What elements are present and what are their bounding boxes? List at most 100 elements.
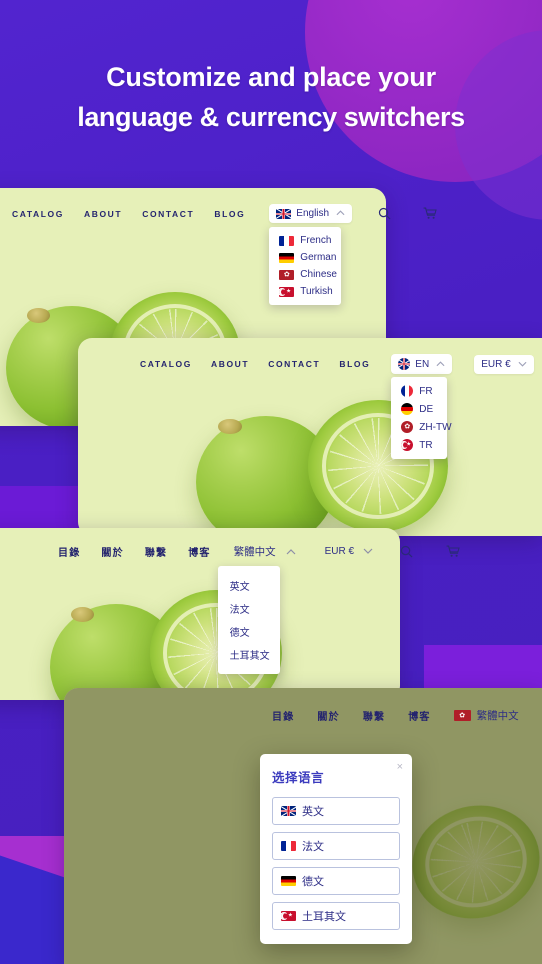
language-dropdown-2[interactable]: FR DE ZH-TW TR bbox=[391, 377, 452, 459]
lime-stem bbox=[27, 308, 50, 324]
currency-selector-label: EUR € bbox=[481, 358, 511, 370]
nav-link-about[interactable]: ABOUT bbox=[84, 209, 122, 219]
close-icon[interactable]: × bbox=[397, 762, 403, 773]
gb-flag-icon bbox=[276, 208, 292, 219]
navbar-2: CATALOG ABOUT CONTACT BLOG EN FR DE ZH-T… bbox=[140, 354, 540, 459]
language-selector-label: English bbox=[296, 208, 330, 219]
gb-flag-icon bbox=[398, 358, 411, 370]
nav-link-blog[interactable]: 博客 bbox=[408, 708, 430, 723]
navbar-1: CATALOG ABOUT CONTACT BLOG English Frenc… bbox=[12, 204, 437, 305]
navbar-4: 目錄 關於 聯繫 博客 繁體中文 bbox=[272, 708, 538, 723]
tr-flag-icon bbox=[281, 911, 296, 921]
chevron-down-icon bbox=[363, 546, 373, 557]
lime-stem bbox=[218, 418, 243, 435]
dropdown-item-label: German bbox=[300, 252, 337, 263]
nav-link-blog[interactable]: 博客 bbox=[188, 544, 210, 559]
nav-link-contact[interactable]: CONTACT bbox=[268, 359, 320, 369]
dropdown-item-label: 德文 bbox=[229, 628, 250, 639]
search-icon[interactable] bbox=[400, 545, 413, 558]
nav-link-contact[interactable]: CONTACT bbox=[142, 209, 194, 219]
dropdown-item-german[interactable]: German bbox=[269, 249, 341, 266]
de-flag-icon bbox=[281, 876, 296, 886]
tr-flag-icon bbox=[401, 439, 414, 451]
nav-link-about[interactable]: 關於 bbox=[101, 544, 123, 559]
nav-link-about[interactable]: 關於 bbox=[317, 708, 339, 723]
tr-flag-icon bbox=[279, 286, 295, 297]
language-selector-4[interactable]: 繁體中文 bbox=[453, 708, 519, 723]
modal-option-french[interactable]: 法文 bbox=[272, 832, 400, 860]
de-flag-icon bbox=[279, 252, 295, 263]
de-flag-icon bbox=[401, 403, 414, 415]
decorative-block-right bbox=[424, 645, 542, 691]
dropdown-item-chinese[interactable]: Chinese bbox=[269, 266, 341, 283]
modal-option-label: 法文 bbox=[302, 841, 324, 853]
cn-flag-icon bbox=[279, 269, 295, 280]
currency-selector-3[interactable]: EUR € bbox=[325, 546, 373, 557]
modal-option-label: 土耳其文 bbox=[302, 911, 346, 923]
modal-option-turkish[interactable]: 土耳其文 bbox=[272, 902, 400, 930]
nav-link-contact[interactable]: 聯繫 bbox=[363, 708, 385, 723]
fr-flag-icon bbox=[279, 235, 295, 246]
dropdown-item-label: 英文 bbox=[229, 582, 250, 593]
modal-option-english[interactable]: 英文 bbox=[272, 797, 400, 825]
dropdown-item-french[interactable]: French bbox=[269, 232, 341, 249]
modal-option-german[interactable]: 德文 bbox=[272, 867, 400, 895]
cn-flag-icon bbox=[401, 421, 414, 433]
dropdown-item-label: DE bbox=[419, 403, 434, 415]
nav-link-about[interactable]: ABOUT bbox=[211, 359, 249, 369]
decorative-block-left bbox=[0, 486, 80, 531]
nav-link-catalog[interactable]: 目錄 bbox=[272, 708, 294, 723]
nav-link-catalog[interactable]: 目錄 bbox=[58, 544, 80, 559]
nav-link-catalog[interactable]: CATALOG bbox=[140, 359, 192, 369]
nav-link-blog[interactable]: BLOG bbox=[214, 209, 245, 219]
fr-flag-icon bbox=[281, 841, 296, 851]
currency-selector-2[interactable]: EUR € bbox=[474, 354, 534, 374]
search-icon[interactable] bbox=[378, 207, 391, 220]
dropdown-item-english[interactable]: 英文 bbox=[218, 574, 280, 597]
page-title: Customize and place your language & curr… bbox=[0, 58, 542, 138]
dropdown-item-label: FR bbox=[419, 385, 433, 397]
language-selector-1[interactable]: English French German Chinese Turkish bbox=[269, 204, 353, 305]
cn-flag-icon bbox=[453, 710, 471, 721]
language-selector-2[interactable]: EN FR DE ZH-TW TR bbox=[391, 354, 453, 459]
dropdown-item-label: Chinese bbox=[300, 269, 337, 280]
dropdown-item-fr[interactable]: FR bbox=[391, 382, 447, 400]
headline-line-1: Customize and place your bbox=[106, 62, 436, 92]
dropdown-item-french[interactable]: 法文 bbox=[218, 597, 280, 620]
dropdown-item-label: 法文 bbox=[229, 605, 250, 616]
dropdown-item-tr[interactable]: TR bbox=[391, 436, 447, 454]
dropdown-item-zh-tw[interactable]: ZH-TW bbox=[391, 418, 452, 436]
chevron-up-icon bbox=[336, 208, 345, 219]
modal-title: 选择语言 bbox=[272, 771, 325, 785]
language-dropdown-3[interactable]: 英文 法文 德文 土耳其文 bbox=[217, 566, 280, 674]
nav-link-contact[interactable]: 聯繫 bbox=[145, 544, 167, 559]
cart-icon[interactable] bbox=[446, 545, 460, 558]
chevron-up-icon bbox=[436, 359, 445, 370]
language-selector-3[interactable]: 繁體中文 英文 法文 德文 土耳其文 bbox=[217, 544, 296, 674]
language-dropdown-1[interactable]: French German Chinese Turkish bbox=[269, 227, 342, 305]
dropdown-item-label: 土耳其文 bbox=[229, 651, 270, 662]
language-modal: 选择语言 × 英文 法文 德文 土耳其文 bbox=[260, 754, 412, 944]
chevron-down-icon bbox=[518, 359, 527, 370]
nav-link-catalog[interactable]: CATALOG bbox=[12, 209, 64, 219]
dropdown-item-label: Turkish bbox=[300, 286, 333, 297]
language-selector-label: 繁體中文 bbox=[233, 546, 276, 558]
modal-option-label: 德文 bbox=[302, 876, 324, 888]
gb-flag-icon bbox=[281, 806, 296, 816]
navbar-3: 目錄 關於 聯繫 博客 繁體中文 英文 法文 德文 土耳其文 EUR € bbox=[58, 544, 460, 674]
nav-link-blog[interactable]: BLOG bbox=[339, 359, 370, 369]
cart-icon[interactable] bbox=[423, 207, 437, 220]
currency-selector-label: EUR € bbox=[324, 546, 355, 557]
dropdown-item-turkish[interactable]: 土耳其文 bbox=[218, 643, 280, 666]
dropdown-item-german[interactable]: 德文 bbox=[218, 620, 280, 643]
dropdown-item-label: TR bbox=[419, 439, 433, 451]
lime-stem bbox=[71, 606, 94, 622]
modal-option-label: 英文 bbox=[302, 806, 324, 818]
fr-flag-icon bbox=[401, 385, 414, 397]
chevron-up-icon bbox=[286, 546, 296, 558]
dropdown-item-de[interactable]: DE bbox=[391, 400, 447, 418]
dropdown-item-label: French bbox=[300, 235, 332, 246]
dropdown-item-turkish[interactable]: Turkish bbox=[269, 283, 341, 300]
headline-line-2: language & currency switchers bbox=[77, 101, 465, 132]
language-selector-label: EN bbox=[415, 358, 430, 370]
